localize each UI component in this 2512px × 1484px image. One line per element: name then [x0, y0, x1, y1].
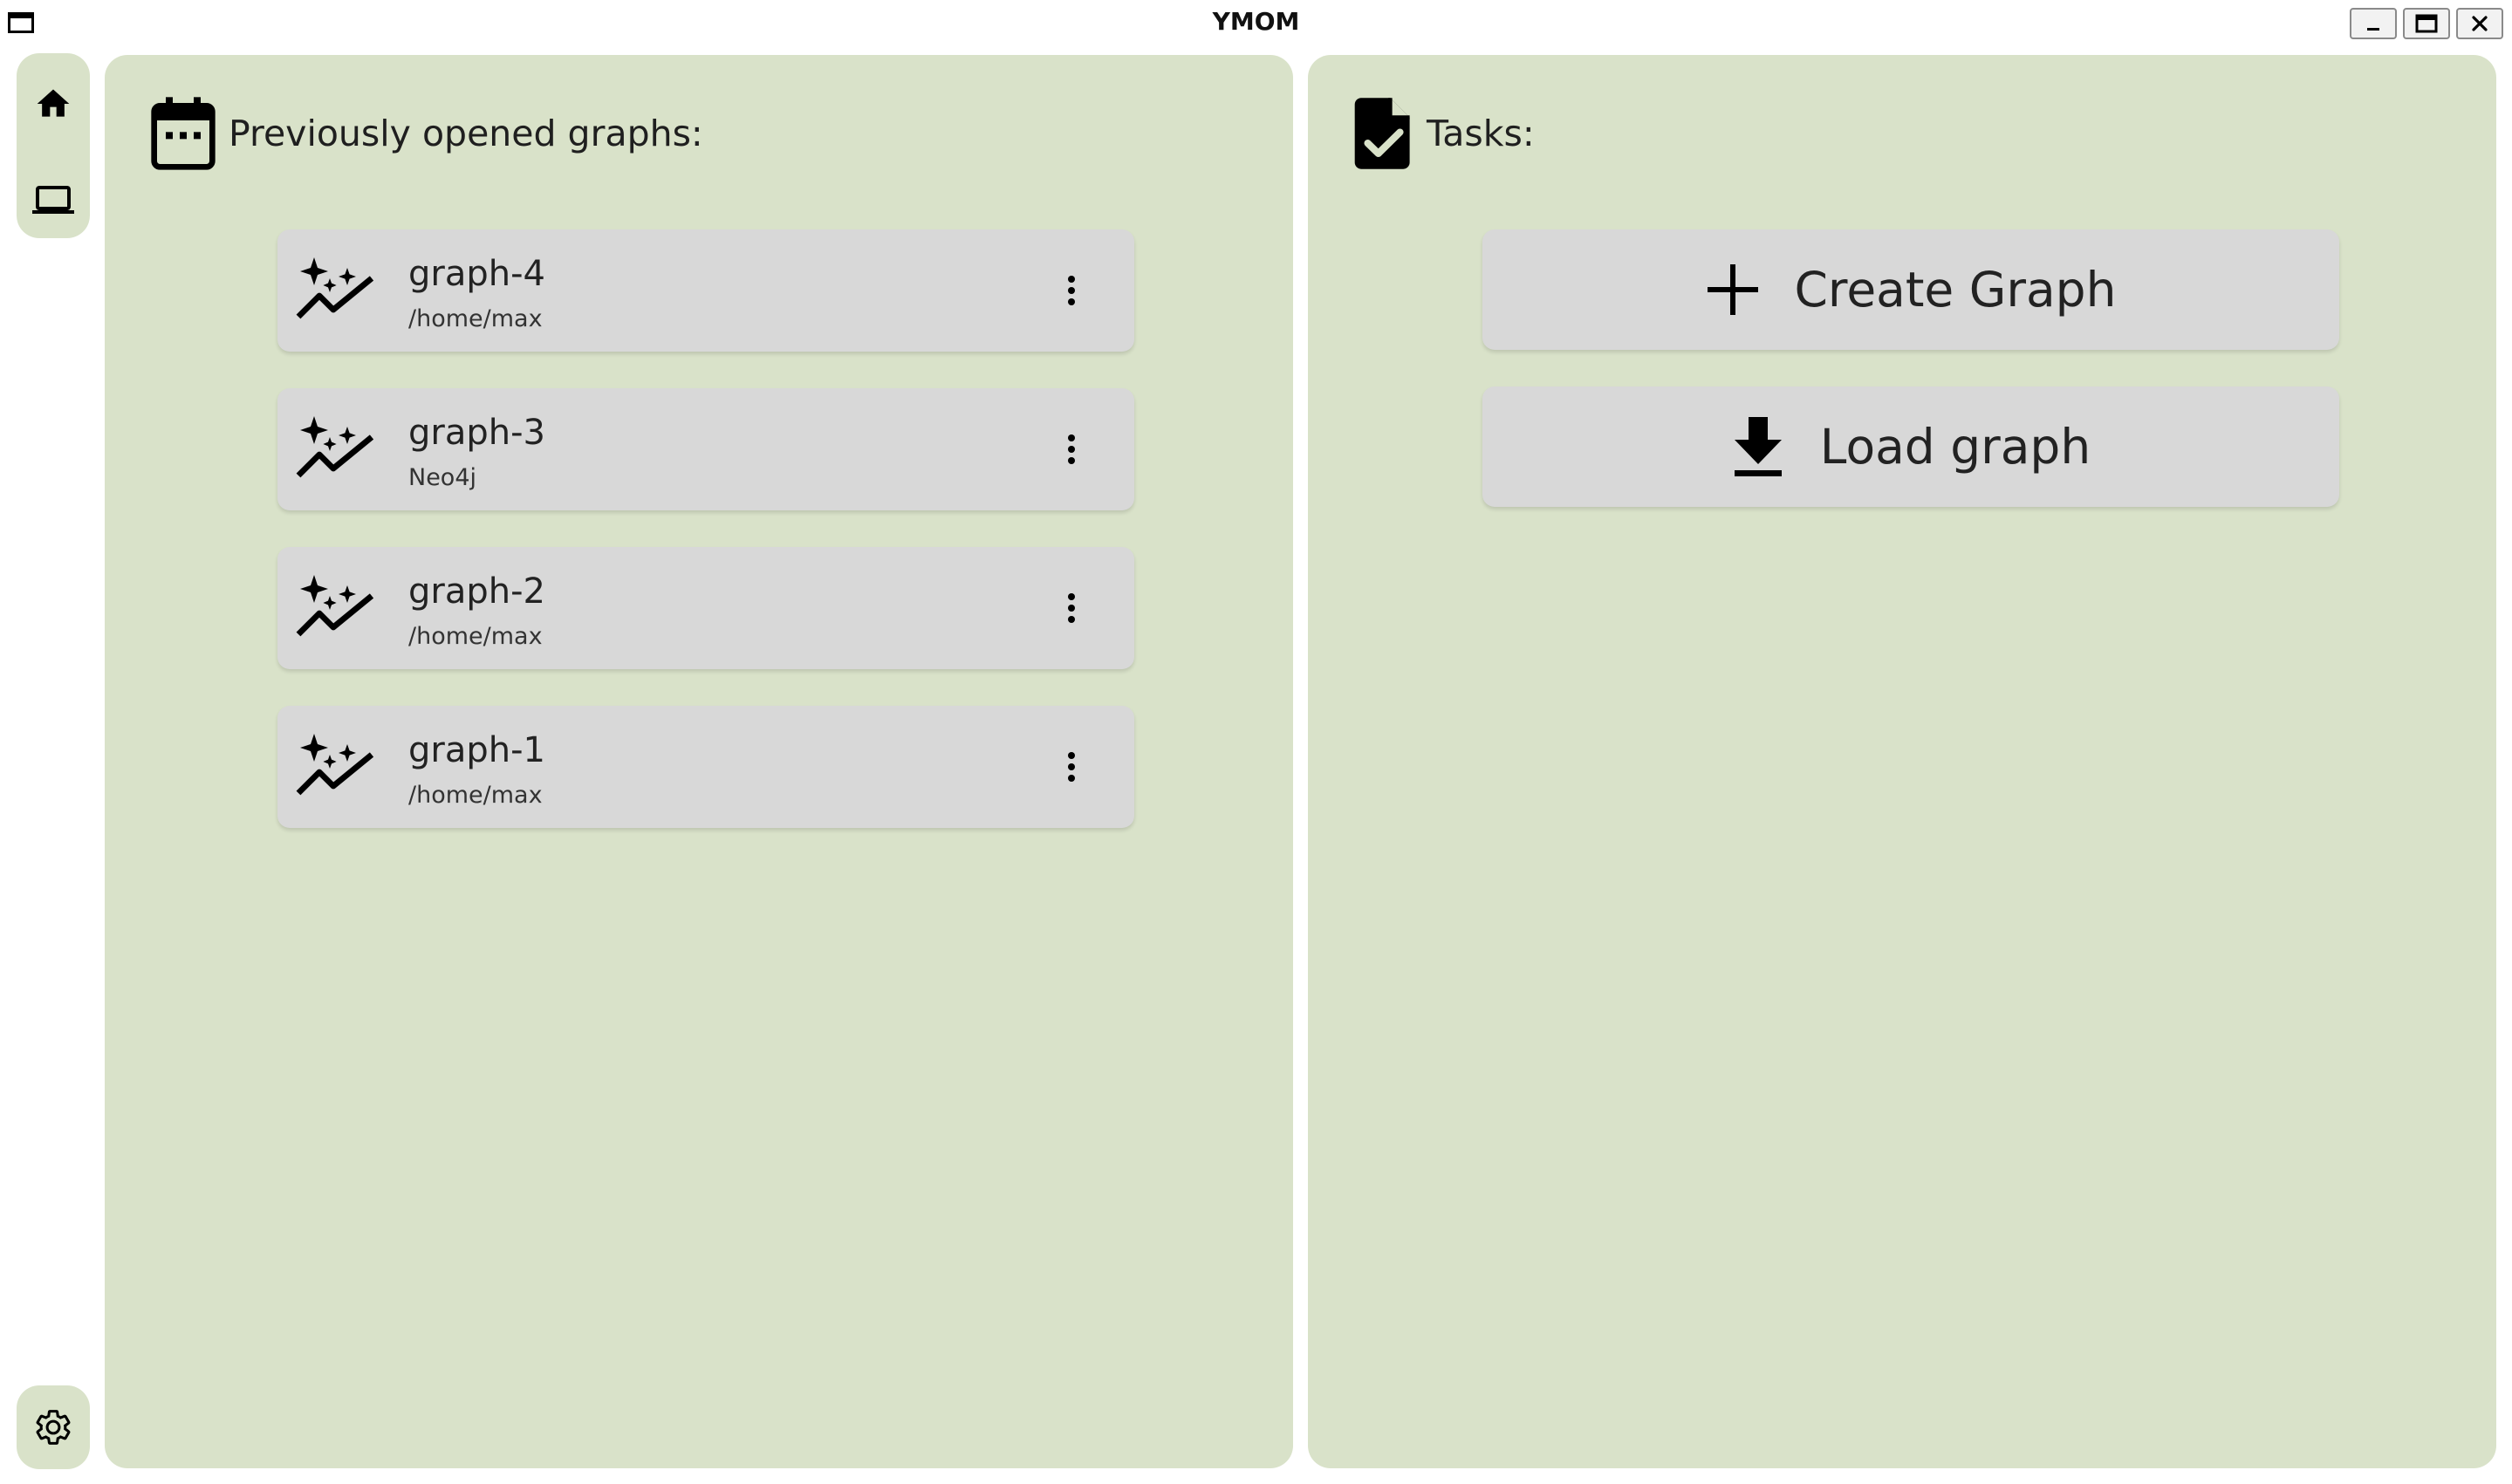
tasks-title: Tasks:: [1427, 113, 1535, 154]
auto-graph-icon: [296, 575, 374, 637]
plus-icon: [1707, 264, 1758, 315]
calendar-icon: [151, 97, 216, 170]
more-vert-icon: [1068, 276, 1075, 305]
download-icon: [1734, 417, 1782, 476]
maximize-icon: [2415, 14, 2438, 33]
recent-graphs-title: Previously opened graphs:: [229, 113, 703, 154]
graph-name: graph-2: [408, 571, 545, 612]
graph-card[interactable]: graph-4 /home/max: [277, 229, 1134, 352]
auto-graph-icon: [296, 734, 374, 796]
graph-options-button[interactable]: [1045, 741, 1098, 793]
graph-options-button[interactable]: [1045, 264, 1098, 317]
nav-laptop-button[interactable]: [17, 156, 90, 243]
graph-name: graph-3: [408, 413, 545, 453]
auto-graph-icon: [296, 416, 374, 478]
nav-home-button[interactable]: [17, 60, 90, 147]
load-graph-button[interactable]: Load graph: [1482, 386, 2339, 507]
graph-options-button[interactable]: [1045, 582, 1098, 634]
home-icon: [37, 89, 70, 117]
navigation-rail: [17, 53, 90, 238]
graph-location: /home/max: [408, 623, 543, 650]
graph-location: Neo4j: [408, 464, 477, 491]
graph-card[interactable]: graph-1 /home/max: [277, 706, 1134, 828]
minimize-icon: [2367, 28, 2379, 31]
tasks-panel: Tasks: Create Graph Load graph: [1308, 55, 2496, 1468]
gear-icon: [36, 1410, 71, 1445]
recent-graphs-list: graph-4 /home/max graph-3 Neo4j graph-2 …: [277, 229, 1134, 865]
recent-graphs-header: Previously opened graphs:: [148, 94, 703, 173]
window-title: YMOM: [1212, 7, 1300, 36]
settings-button[interactable]: [17, 1385, 90, 1469]
recent-graphs-panel: Previously opened graphs: graph-4 /home/…: [105, 55, 1293, 1468]
tasks-header: Tasks:: [1352, 94, 1535, 173]
graph-location: /home/max: [408, 782, 543, 809]
graph-card[interactable]: graph-3 Neo4j: [277, 388, 1134, 510]
graph-name: graph-1: [408, 730, 545, 770]
maximize-button[interactable]: [2403, 8, 2450, 39]
graph-name: graph-4: [408, 254, 545, 294]
laptop-icon: [32, 186, 74, 214]
create-graph-button[interactable]: Create Graph: [1482, 229, 2339, 350]
graph-card[interactable]: graph-2 /home/max: [277, 547, 1134, 669]
minimize-button[interactable]: [2350, 8, 2397, 39]
graph-options-button[interactable]: [1045, 423, 1098, 475]
auto-graph-icon: [296, 257, 374, 319]
task-list: Create Graph Load graph: [1482, 229, 2339, 544]
load-graph-label: Load graph: [1819, 419, 2091, 475]
more-vert-icon: [1068, 593, 1075, 623]
close-button[interactable]: [2456, 8, 2503, 39]
close-icon: [2472, 16, 2488, 31]
task-file-icon: [1354, 98, 1410, 169]
create-graph-label: Create Graph: [1794, 262, 2117, 318]
graph-location: /home/max: [408, 305, 543, 332]
more-vert-icon: [1068, 434, 1075, 464]
title-bar: YMOM: [0, 0, 2512, 46]
app-content: Previously opened graphs: graph-4 /home/…: [10, 46, 2502, 1475]
more-vert-icon: [1068, 752, 1075, 782]
